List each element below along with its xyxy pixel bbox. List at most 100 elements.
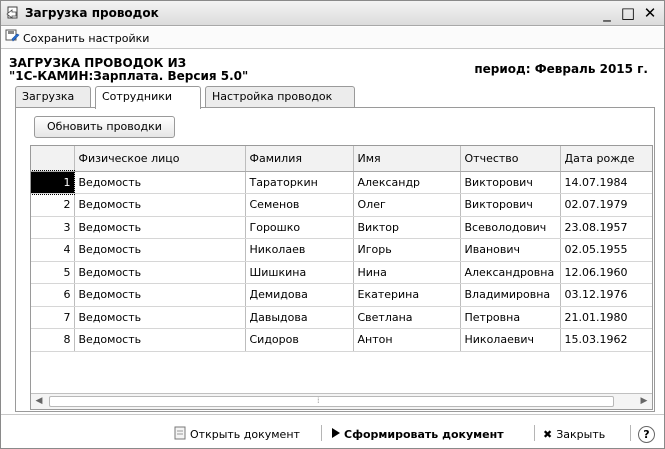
- cell-first-name[interactable]: Антон: [353, 328, 461, 352]
- row-number[interactable]: 4: [31, 238, 75, 262]
- cell-person[interactable]: Ведомость: [74, 328, 246, 352]
- table-row[interactable]: 4 Ведомость Николаев Игорь Иванович 02.0…: [31, 238, 652, 262]
- form-title-line2: "1С-КАМИН:Зарплата. Версия 5.0": [9, 69, 249, 83]
- cell-patronymic[interactable]: Викторович: [460, 171, 561, 194]
- cell-person[interactable]: Ведомость: [74, 216, 246, 239]
- horizontal-scrollbar[interactable]: ◀ ⁞ ▶: [31, 393, 652, 409]
- cell-last-name[interactable]: Тараторкин: [245, 171, 354, 194]
- scroll-thumb[interactable]: [49, 396, 614, 407]
- col-header-first-name[interactable]: Имя: [353, 146, 461, 172]
- cell-last-name[interactable]: Николаев: [245, 238, 354, 262]
- play-arrow-icon: [332, 427, 340, 441]
- help-icon: ?: [638, 425, 655, 443]
- tab-employees[interactable]: Сотрудники: [95, 86, 201, 109]
- close-label: Закрыть: [556, 427, 606, 441]
- cell-birth-date[interactable]: 02.07.1979: [560, 193, 652, 217]
- cell-person[interactable]: Ведомость: [74, 171, 246, 194]
- document-icon: [174, 426, 186, 443]
- cell-person[interactable]: Ведомость: [74, 283, 246, 307]
- period-label: период: Февраль 2015 г.: [474, 62, 648, 76]
- row-number[interactable]: 8: [31, 328, 75, 352]
- table-row[interactable]: 7 Ведомость Давыдова Светлана Петровна 2…: [31, 306, 652, 329]
- row-number[interactable]: 2: [31, 193, 75, 217]
- table-row[interactable]: 5 Ведомость Шишкина Нина Александровна 1…: [31, 261, 652, 284]
- cell-patronymic[interactable]: Викторович: [460, 193, 561, 217]
- cell-patronymic[interactable]: Владимировна: [460, 283, 561, 307]
- cell-patronymic[interactable]: Петровна: [460, 306, 561, 329]
- row-number[interactable]: 5: [31, 261, 75, 284]
- cell-person[interactable]: Ведомость: [74, 261, 246, 284]
- col-header-last-name[interactable]: Фамилия: [245, 146, 354, 172]
- cell-first-name[interactable]: Нина: [353, 261, 461, 284]
- open-document-button[interactable]: Открыть документ: [174, 425, 300, 443]
- tab-load[interactable]: Загрузка: [15, 86, 91, 108]
- col-header-person[interactable]: Физическое лицо: [74, 146, 246, 172]
- save-settings-icon: [5, 29, 20, 47]
- help-button[interactable]: ?: [638, 425, 655, 443]
- table-header-row: Физическое лицо Фамилия Имя Отчество Дат…: [31, 146, 652, 172]
- cell-patronymic[interactable]: Александровна: [460, 261, 561, 284]
- cell-last-name[interactable]: Демидова: [245, 283, 354, 307]
- table-row[interactable]: 3 Ведомость Горошко Виктор Всеволодович …: [31, 216, 652, 239]
- cell-first-name[interactable]: Олег: [353, 193, 461, 217]
- cell-person[interactable]: Ведомость: [74, 238, 246, 262]
- cell-birth-date[interactable]: 21.01.1980: [560, 306, 652, 329]
- window-title: Загрузка проводок: [25, 6, 159, 20]
- table-row[interactable]: 6 Ведомость Демидова Екатерина Владимиро…: [31, 283, 652, 307]
- row-number[interactable]: 6: [31, 283, 75, 307]
- row-number[interactable]: 7: [31, 306, 75, 329]
- cell-last-name[interactable]: Сидоров: [245, 328, 354, 352]
- cell-first-name[interactable]: Светлана: [353, 306, 461, 329]
- close-window-button[interactable]: ✕: [640, 3, 660, 23]
- cell-patronymic[interactable]: Иванович: [460, 238, 561, 262]
- cell-first-name[interactable]: Игорь: [353, 238, 461, 262]
- cell-patronymic[interactable]: Николаевич: [460, 328, 561, 352]
- save-settings-label: Сохранить настройки: [23, 31, 150, 45]
- save-settings-button[interactable]: Сохранить настройки: [5, 29, 149, 47]
- main-window: Загрузка проводок _ □ ✕ Сохранить настро…: [0, 0, 665, 449]
- separator: [534, 425, 535, 441]
- generate-document-button[interactable]: Сформировать документ: [332, 425, 504, 443]
- bottom-command-bar: Открыть документ Сформировать документ ✖…: [1, 414, 664, 448]
- scroll-left-arrow-icon[interactable]: ◀: [31, 394, 47, 409]
- cell-first-name[interactable]: Виктор: [353, 216, 461, 239]
- cell-last-name[interactable]: Давыдова: [245, 306, 354, 329]
- separator: [321, 425, 322, 441]
- close-x-icon: ✖: [543, 427, 553, 441]
- cell-person[interactable]: Ведомость: [74, 193, 246, 217]
- employees-panel: Обновить проводки Физическое лицо Фамили…: [15, 107, 655, 412]
- open-document-label: Открыть документ: [190, 427, 300, 441]
- cell-birth-date[interactable]: 02.05.1955: [560, 238, 652, 262]
- cell-first-name[interactable]: Екатерина: [353, 283, 461, 307]
- row-number[interactable]: 3: [31, 216, 75, 239]
- cell-first-name[interactable]: Александр: [353, 171, 461, 194]
- cell-birth-date[interactable]: 23.08.1957: [560, 216, 652, 239]
- cell-person[interactable]: Ведомость: [74, 306, 246, 329]
- cell-last-name[interactable]: Горошко: [245, 216, 354, 239]
- document-app-icon: [6, 6, 20, 20]
- maximize-button[interactable]: □: [618, 3, 638, 23]
- scroll-grip-icon: ⁞: [317, 396, 320, 405]
- col-header-birth-date[interactable]: Дата рожде: [560, 146, 652, 172]
- close-button[interactable]: ✖ Закрыть: [543, 425, 605, 443]
- employees-table: Физическое лицо Фамилия Имя Отчество Дат…: [30, 145, 653, 410]
- refresh-postings-button[interactable]: Обновить проводки: [34, 116, 175, 138]
- cell-last-name[interactable]: Шишкина: [245, 261, 354, 284]
- form-title: ЗАГРУЗКА ПРОВОДОК ИЗ "1С-КАМИН:Зарплата.…: [9, 57, 248, 83]
- table-row[interactable]: 2 Ведомость Семенов Олег Викторович 02.0…: [31, 193, 652, 217]
- cell-birth-date[interactable]: 03.12.1976: [560, 283, 652, 307]
- cell-last-name[interactable]: Семенов: [245, 193, 354, 217]
- table-row[interactable]: 8 Ведомость Сидоров Антон Николаевич 15.…: [31, 328, 652, 352]
- minimize-button[interactable]: _: [597, 3, 617, 23]
- cell-patronymic[interactable]: Всеволодович: [460, 216, 561, 239]
- cell-birth-date[interactable]: 15.03.1962: [560, 328, 652, 352]
- title-bar: Загрузка проводок _ □ ✕: [1, 1, 664, 26]
- row-number[interactable]: 1: [31, 170, 75, 195]
- col-header-number[interactable]: [31, 146, 75, 172]
- col-header-patronymic[interactable]: Отчество: [460, 146, 561, 172]
- cell-birth-date[interactable]: 14.07.1984: [560, 171, 652, 194]
- table-row[interactable]: 1 Ведомость Тараторкин Александр Викторо…: [31, 170, 652, 195]
- tab-posting-settings[interactable]: Настройка проводок: [205, 86, 355, 108]
- scroll-right-arrow-icon[interactable]: ▶: [636, 394, 652, 409]
- cell-birth-date[interactable]: 12.06.1960: [560, 261, 652, 284]
